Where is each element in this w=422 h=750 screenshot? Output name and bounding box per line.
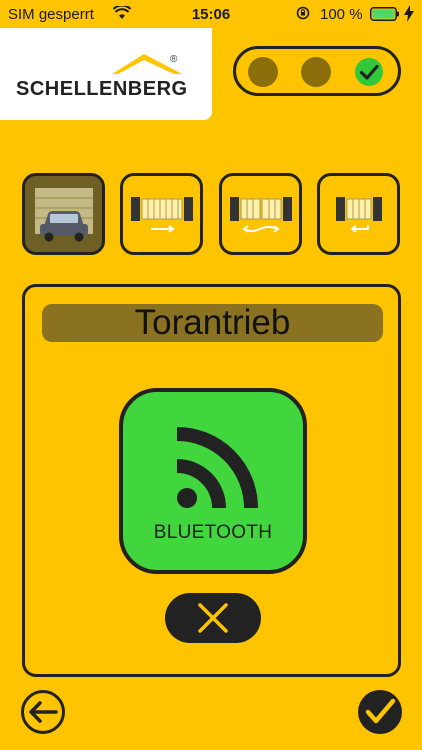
check-icon xyxy=(365,698,396,724)
status-dot-1 xyxy=(248,57,278,87)
brand-name: SCHELLENBERG xyxy=(16,78,188,100)
status-bar: SIM gesperrt 15:06 100 % xyxy=(0,0,422,28)
bluetooth-signal-icon xyxy=(176,427,258,509)
orientation-lock-icon xyxy=(296,6,310,20)
bluetooth-label: BLUETOOTH xyxy=(153,522,273,543)
gate-slide-icon xyxy=(130,197,193,233)
garage-car-icon xyxy=(34,188,93,242)
mode-button-small-gate[interactable] xyxy=(317,173,400,255)
confirm-button[interactable] xyxy=(358,690,402,734)
brand-logo: ® SCHELLENBERG xyxy=(0,28,212,120)
check-icon xyxy=(355,58,383,86)
mode-button-sliding-gate[interactable] xyxy=(120,173,203,255)
connection-status-indicators xyxy=(233,46,401,96)
gate-double-icon xyxy=(229,197,292,233)
mode-button-torantrieb[interactable] xyxy=(22,173,105,255)
device-panel: Torantrieb BLUETOOTH xyxy=(22,284,401,677)
gate-small-icon xyxy=(335,197,382,233)
registered-mark: ® xyxy=(170,54,178,65)
status-dot-2 xyxy=(301,57,331,87)
battery-icon xyxy=(370,7,399,21)
back-button[interactable] xyxy=(21,690,65,734)
bluetooth-connect-button[interactable]: BLUETOOTH xyxy=(119,388,307,574)
cancel-button[interactable] xyxy=(165,593,261,643)
close-icon xyxy=(198,603,228,633)
arrow-left-icon xyxy=(29,701,58,723)
panel-title: Torantrieb xyxy=(42,304,383,342)
battery-percent: 100 % xyxy=(320,6,363,23)
charging-icon xyxy=(404,5,414,22)
mode-button-double-gate[interactable] xyxy=(219,173,302,255)
